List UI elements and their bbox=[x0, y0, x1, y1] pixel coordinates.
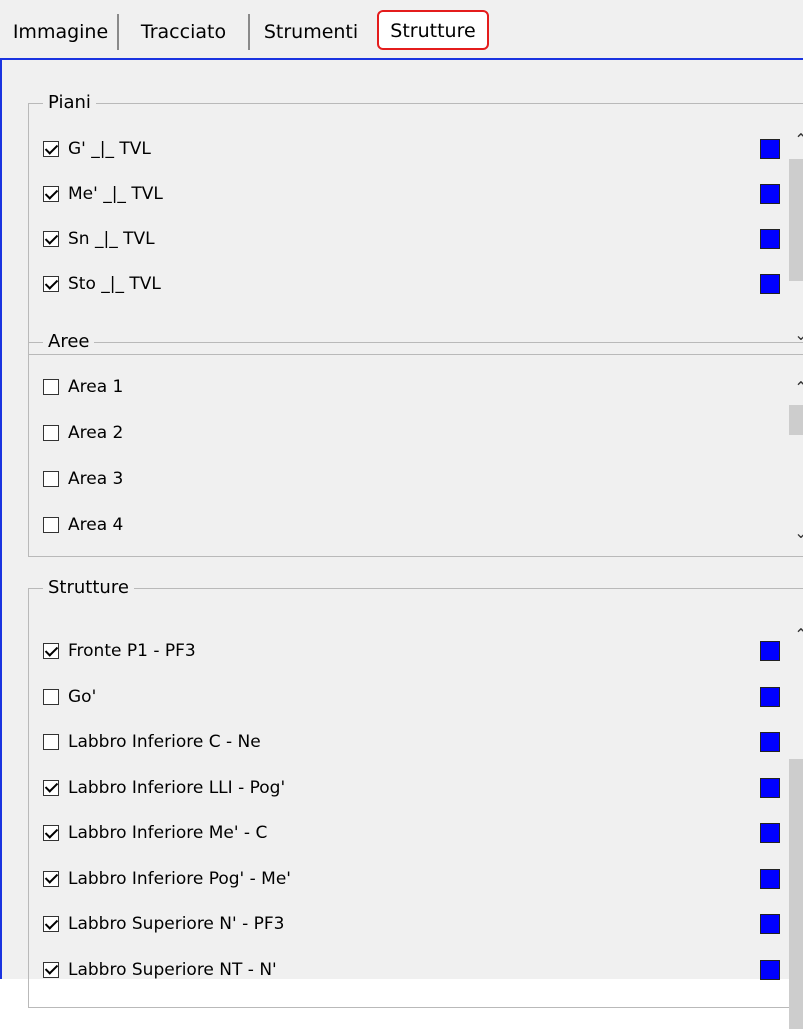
list-item[interactable]: Labbro Inferiore Pog' - Me' bbox=[43, 863, 291, 895]
list-item[interactable]: Sto _|_ TVL bbox=[43, 268, 161, 300]
checkbox[interactable] bbox=[43, 734, 59, 750]
item-label: Area 1 bbox=[68, 377, 124, 397]
color-swatch[interactable] bbox=[760, 274, 780, 294]
checkbox[interactable] bbox=[43, 961, 59, 978]
color-swatch[interactable] bbox=[760, 229, 780, 249]
checkbox[interactable] bbox=[43, 186, 59, 202]
color-swatch[interactable] bbox=[760, 914, 780, 934]
checkbox[interactable] bbox=[43, 276, 59, 292]
item-label: Area 3 bbox=[68, 469, 124, 489]
item-label: Go' bbox=[68, 686, 97, 707]
scrollbar[interactable]: ⌃ ⌄ bbox=[789, 129, 803, 351]
list-item[interactable]: Sn _|_ TVL bbox=[43, 223, 155, 255]
scrollbar[interactable]: ⌃ ⌄ bbox=[789, 377, 803, 547]
item-label: Labbro Superiore N' - PF3 bbox=[68, 914, 285, 934]
color-swatch[interactable] bbox=[760, 868, 780, 889]
checkbox[interactable] bbox=[43, 688, 59, 705]
checkbox[interactable] bbox=[43, 231, 59, 247]
color-swatch[interactable] bbox=[760, 184, 780, 204]
checkbox[interactable] bbox=[43, 425, 59, 441]
item-label: Area 2 bbox=[68, 423, 124, 443]
checkbox[interactable] bbox=[43, 141, 59, 157]
structures-panel: Immagine Tracciato Strumenti Strutture P… bbox=[0, 0, 803, 1029]
item-label: Labbro Inferiore LLI - Pog' bbox=[68, 777, 286, 798]
list-item[interactable]: Area 1 bbox=[43, 371, 123, 403]
item-label: Labbro Inferiore C - Ne bbox=[68, 732, 261, 752]
tab-page: Piani ⌃ ⌄ G' _|_ TVL Me' _|_ TVL Sn _|_ TV… bbox=[0, 58, 803, 1029]
group-piani: Piani ⌃ ⌄ G' _|_ TVL Me' _|_ TVL Sn _|_ TV… bbox=[28, 91, 803, 355]
item-label: Fronte P1 - PF3 bbox=[68, 641, 196, 661]
item-label: Labbro Inferiore Me' - C bbox=[68, 823, 268, 843]
color-swatch[interactable] bbox=[760, 641, 780, 661]
checkbox[interactable] bbox=[43, 779, 59, 796]
list-item[interactable]: Go' bbox=[43, 681, 96, 713]
item-label: Labbro Inferiore Pog' - Me' bbox=[68, 868, 291, 889]
color-swatch[interactable] bbox=[760, 686, 780, 707]
color-swatch[interactable] bbox=[760, 777, 780, 798]
tab-strutture[interactable]: Strutture bbox=[377, 10, 489, 50]
scrollbar-thumb[interactable] bbox=[789, 759, 803, 1029]
group-caption: Aree bbox=[43, 330, 95, 354]
scrollbar[interactable]: ⌃ bbox=[789, 624, 803, 1029]
checkbox[interactable] bbox=[43, 379, 59, 395]
checkbox[interactable] bbox=[43, 825, 59, 841]
list-item[interactable]: Area 3 bbox=[43, 463, 123, 495]
item-label: Area 4 bbox=[68, 515, 124, 535]
tab-strumenti[interactable]: Strumenti bbox=[250, 14, 372, 50]
tab-immagine[interactable]: Immagine bbox=[0, 14, 119, 50]
list-item[interactable]: Labbro Inferiore LLI - Pog' bbox=[43, 772, 285, 804]
item-label: G' _|_ TVL bbox=[68, 139, 151, 159]
list-item[interactable]: Labbro Inferiore Me' - C bbox=[43, 817, 267, 849]
list-item[interactable]: Labbro Superiore N' - PF3 bbox=[43, 908, 284, 940]
chevron-up-icon[interactable]: ⌃ bbox=[789, 624, 803, 646]
chevron-down-icon[interactable]: ⌄ bbox=[789, 522, 803, 544]
color-swatch[interactable] bbox=[760, 959, 780, 980]
item-label: Sto _|_ TVL bbox=[68, 274, 161, 294]
group-aree: Aree ⌃ ⌄ Area 1 Area 2 Area 3 Area 4 bbox=[28, 330, 803, 557]
checkbox[interactable] bbox=[43, 517, 59, 533]
checkbox[interactable] bbox=[43, 471, 59, 487]
list-item[interactable]: Me' _|_ TVL bbox=[43, 178, 163, 210]
group-strutture: Strutture ⌃ Fronte P1 - PF3 Go' Labbro Inf… bbox=[28, 576, 803, 1029]
checkbox[interactable] bbox=[43, 643, 59, 659]
item-label: Sn _|_ TVL bbox=[68, 229, 155, 249]
item-label: Me' _|_ TVL bbox=[68, 184, 163, 204]
tab-tracciato[interactable]: Tracciato bbox=[119, 14, 250, 50]
scrollbar-thumb[interactable] bbox=[789, 159, 803, 281]
list-item[interactable]: Labbro Inferiore C - Ne bbox=[43, 726, 261, 758]
color-swatch[interactable] bbox=[760, 732, 780, 752]
color-swatch[interactable] bbox=[760, 823, 780, 843]
list-item[interactable]: G' _|_ TVL bbox=[43, 133, 151, 165]
chevron-up-icon[interactable]: ⌃ bbox=[789, 377, 803, 399]
group-caption: Piani bbox=[43, 91, 96, 115]
chevron-up-icon[interactable]: ⌃ bbox=[789, 129, 803, 151]
color-swatch[interactable] bbox=[760, 139, 780, 159]
checkbox[interactable] bbox=[43, 870, 59, 887]
group-caption: Strutture bbox=[43, 576, 134, 600]
scrollbar-thumb[interactable] bbox=[789, 405, 803, 435]
list-item[interactable]: Area 2 bbox=[43, 417, 123, 449]
list-item[interactable]: Labbro Superiore NT - N' bbox=[43, 954, 277, 986]
tab-strip: Immagine Tracciato Strumenti Strutture bbox=[0, 0, 803, 58]
list-item[interactable]: Fronte P1 - PF3 bbox=[43, 635, 196, 667]
list-item[interactable]: Area 4 bbox=[43, 509, 123, 541]
item-label: Labbro Superiore NT - N' bbox=[68, 959, 277, 980]
checkbox[interactable] bbox=[43, 916, 59, 932]
